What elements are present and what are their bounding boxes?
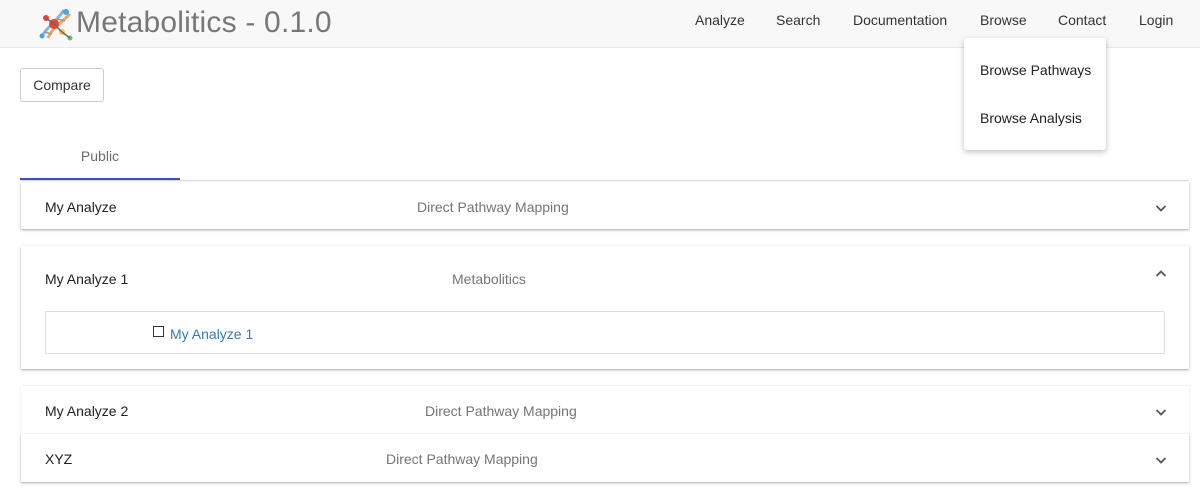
analysis-panel[interactable]: My Analyze Direct Pathway Mapping [21,182,1189,229]
molecule-logo-icon [39,9,73,41]
chevron-down-icon[interactable] [1155,406,1167,418]
menu-item-browse-pathways[interactable]: Browse Pathways [980,62,1091,78]
nav-documentation[interactable]: Documentation [853,0,947,40]
chevron-down-icon[interactable] [1155,202,1167,214]
nav-contact[interactable]: Contact [1058,0,1106,40]
app-title: Metabolitics - 0.1.0 [76,6,332,39]
nav-analyze[interactable]: Analyze [695,0,745,40]
analysis-link[interactable]: My Analyze 1 [170,326,253,342]
panel-type: Direct Pathway Mapping [417,199,569,215]
tab-divider [20,180,1189,181]
browse-dropdown-menu: Browse Pathways Browse Analysis [964,38,1106,150]
panel-name: My Analyze 1 [45,271,129,287]
chevron-up-icon[interactable] [1155,268,1167,280]
analysis-panel[interactable]: XYZ Direct Pathway Mapping [21,434,1189,482]
panel-name: XYZ [45,451,73,467]
analysis-panel-expanded[interactable]: My Analyze 1 Metabolitics My Analyze 1 [21,246,1189,369]
panel-name: My Analyze [45,199,117,215]
brand[interactable]: Metabolitics - 0.1.0 [34,2,332,44]
chevron-down-icon[interactable] [1155,454,1167,466]
panel-type: Direct Pathway Mapping [386,451,538,467]
panel-type: Direct Pathway Mapping [425,403,577,419]
menu-item-browse-analysis[interactable]: Browse Analysis [980,110,1082,126]
analysis-panel[interactable]: My Analyze 2 Direct Pathway Mapping [21,386,1189,434]
nav-search[interactable]: Search [776,0,820,40]
panel-content: My Analyze 1 [45,311,1165,354]
compare-button[interactable]: Compare [20,68,104,102]
panel-type: Metabolitics [452,271,526,287]
tab-public[interactable]: Public [20,136,180,180]
panel-name: My Analyze 2 [45,403,129,419]
analysis-checkbox[interactable] [153,326,164,337]
nav-login[interactable]: Login [1139,0,1173,40]
nav-browse[interactable]: Browse [980,0,1027,40]
